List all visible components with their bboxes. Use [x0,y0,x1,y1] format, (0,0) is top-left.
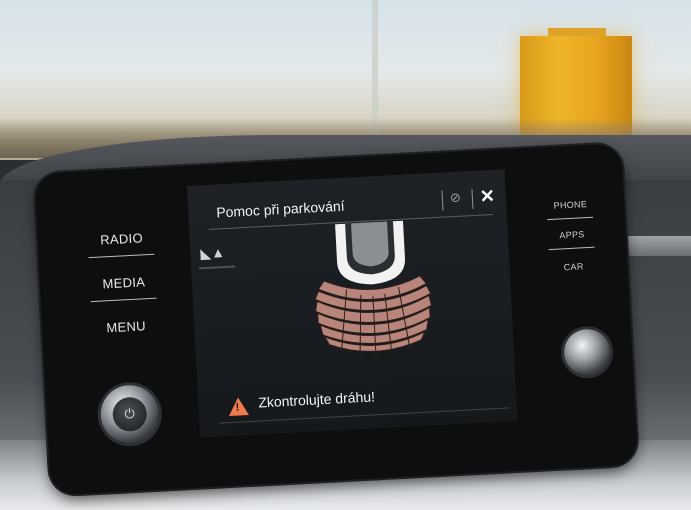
car-top-view-icon [314,220,433,359]
warning-mark: ! [235,401,240,414]
parking-visualization [299,219,446,366]
power-icon: ⏻ [111,396,148,433]
car-roof [351,221,389,267]
screen-title: Pomoc při parkování [215,197,345,221]
parking-mode-icon[interactable]: ◣▲ [200,244,225,262]
mode-underline [199,265,236,270]
tune-knob[interactable] [562,328,612,377]
separator [441,190,444,211]
volume-knob[interactable]: ⏻ [99,383,161,445]
divider [88,253,155,259]
display-screen: Pomoc při parkování ⊘ ✕ ◣▲ ! Zkontrolujt… [186,169,518,438]
sensor-off-icon[interactable]: ⊘ [449,190,461,207]
car-button[interactable]: CAR [543,260,603,273]
infotainment-unit: RADIO MEDIA MENU ⏻ PHONE APPS CAR Pomoc … [34,143,639,496]
menu-button[interactable]: MENU [86,317,167,336]
apps-button[interactable]: APPS [542,228,602,241]
radio-button[interactable]: RADIO [81,229,162,248]
close-icon[interactable]: ✕ [479,186,495,208]
media-button[interactable]: MEDIA [84,273,165,292]
phone-button[interactable]: PHONE [540,198,600,211]
divider [547,216,594,221]
separator [471,188,474,210]
divider [548,246,595,251]
warning-message: Zkontrolujte dráhu! [257,388,376,411]
divider [90,297,157,303]
